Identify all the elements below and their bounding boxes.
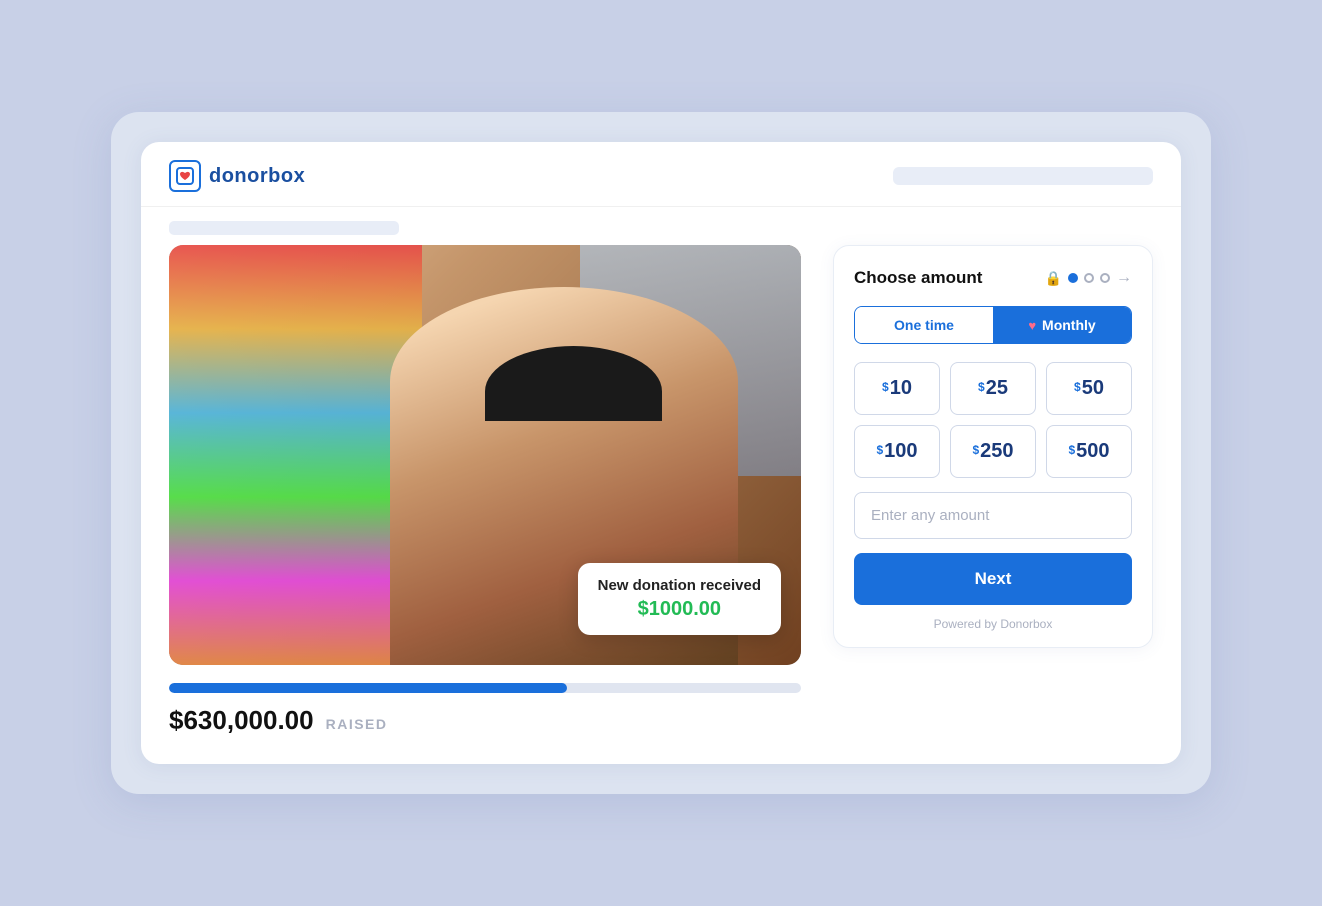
currency-symbol: $ — [1068, 443, 1075, 457]
lock-icon: 🔒 — [1045, 270, 1062, 287]
one-time-button[interactable]: One time — [855, 307, 993, 343]
amount-500-button[interactable]: $ 500 — [1046, 425, 1132, 478]
currency-symbol: $ — [1074, 380, 1081, 394]
amount-100-button[interactable]: $ 100 — [854, 425, 940, 478]
panel-title: Choose amount — [854, 268, 982, 288]
donation-panel: Choose amount 🔒 → One time — [833, 245, 1153, 648]
panel-steps: 🔒 → — [1045, 269, 1132, 287]
logo-icon — [169, 160, 201, 192]
step-3-dot — [1100, 273, 1110, 283]
monthly-label: Monthly — [1042, 317, 1096, 333]
artwork-mural — [169, 245, 422, 665]
currency-symbol: $ — [882, 380, 889, 394]
outer-container: donorbox — [111, 112, 1211, 794]
logo-text: donorbox — [209, 165, 305, 188]
raised-label: RAISED — [326, 716, 388, 732]
step-arrow: → — [1116, 269, 1132, 287]
currency-symbol: $ — [978, 380, 985, 394]
amount-value: 10 — [890, 377, 912, 400]
currency-symbol: $ — [876, 443, 883, 457]
next-button[interactable]: Next — [854, 553, 1132, 605]
header-bar-placeholder — [893, 167, 1153, 185]
progress-bar-fill — [169, 683, 567, 693]
frequency-toggle[interactable]: One time ♥ Monthly — [854, 306, 1132, 344]
notification-amount: $1000.00 — [598, 598, 761, 621]
panel-header: Choose amount 🔒 → — [854, 268, 1132, 288]
subtitle-placeholder — [169, 221, 399, 235]
main-content: New donation received $1000.00 $630,000.… — [141, 245, 1181, 764]
heart-icon: ♥ — [1028, 318, 1036, 333]
campaign-image: New donation received $1000.00 — [169, 245, 801, 665]
amount-250-button[interactable]: $ 250 — [950, 425, 1036, 478]
raised-amount: $630,000.00 — [169, 705, 314, 736]
amount-25-button[interactable]: $ 25 — [950, 362, 1036, 415]
powered-by: Powered by Donorbox — [854, 617, 1132, 631]
amount-value: 500 — [1076, 440, 1109, 463]
notification-title: New donation received — [598, 577, 761, 594]
amount-50-button[interactable]: $ 50 — [1046, 362, 1132, 415]
amount-value: 250 — [980, 440, 1013, 463]
donation-notification: New donation received $1000.00 — [578, 563, 781, 635]
main-card: donorbox — [141, 142, 1181, 764]
step-1-dot — [1068, 273, 1078, 283]
progress-section: $630,000.00 RAISED — [169, 683, 801, 736]
progress-bar-track — [169, 683, 801, 693]
progress-label: $630,000.00 RAISED — [169, 705, 801, 736]
amount-value: 50 — [1082, 377, 1104, 400]
amount-value: 100 — [884, 440, 917, 463]
left-section: New donation received $1000.00 $630,000.… — [169, 245, 801, 736]
custom-amount-input[interactable] — [854, 492, 1132, 539]
currency-symbol: $ — [972, 443, 979, 457]
monthly-button[interactable]: ♥ Monthly — [993, 307, 1131, 343]
logo-area: donorbox — [169, 160, 305, 192]
header: donorbox — [141, 142, 1181, 207]
right-section: Choose amount 🔒 → One time — [833, 245, 1153, 648]
step-2-dot — [1084, 273, 1094, 283]
subtitle-bar — [141, 207, 1181, 245]
amount-grid: $ 10 $ 25 $ 50 $ 100 — [854, 362, 1132, 478]
amount-value: 25 — [986, 377, 1008, 400]
amount-10-button[interactable]: $ 10 — [854, 362, 940, 415]
